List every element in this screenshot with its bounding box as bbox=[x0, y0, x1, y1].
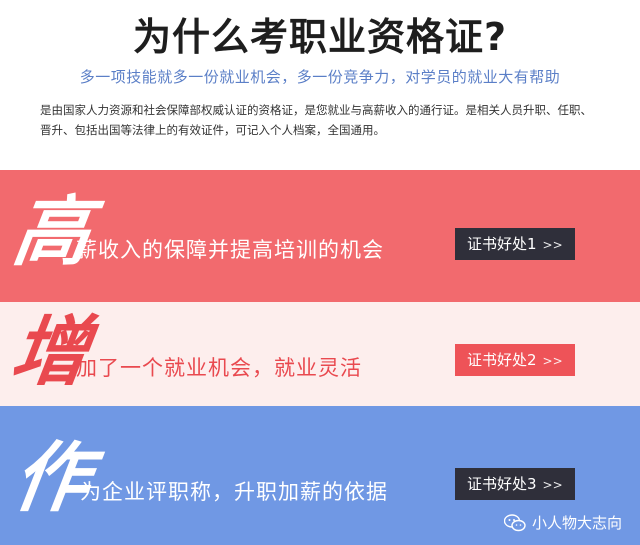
benefit-badge-2[interactable]: 证书好处2 >> bbox=[455, 344, 575, 376]
page-subtitle: 多一项技能就多一份就业机会，多一份竞争力，对学员的就业大有帮助 bbox=[79, 68, 561, 86]
benefit-text-1: 薪收入的保障并提高培训的机会 bbox=[76, 238, 384, 262]
benefit-badge-label-3: 证书好处3 bbox=[467, 475, 537, 493]
double-chevron-icon: >> bbox=[542, 478, 563, 492]
benefit-text-2: 加了一个就业机会，就业灵活 bbox=[76, 356, 362, 380]
wechat-icon bbox=[503, 513, 526, 531]
benefit-badge-label-1: 证书好处1 bbox=[467, 235, 537, 253]
page-title: 为什么考职业资格证? bbox=[132, 15, 508, 59]
benefit-badge-3[interactable]: 证书好处3 >> bbox=[455, 468, 575, 500]
watermark-text: 小人物大志向 bbox=[531, 514, 622, 532]
benefit-badge-1[interactable]: 证书好处1 >> bbox=[455, 228, 575, 260]
double-chevron-icon: >> bbox=[542, 354, 563, 368]
benefit-badge-label-2: 证书好处2 bbox=[467, 351, 537, 369]
benefit-band-2: 增 加了一个就业机会，就业灵活 证书好处2 >> bbox=[0, 302, 640, 406]
description-text: 是由国家人力资源和社会保障部权威认证的资格证，是您就业与高薪收入的通行证。是相关… bbox=[40, 103, 592, 137]
benefit-band-1: 高 薪收入的保障并提高培训的机会 证书好处1 >> bbox=[0, 170, 640, 302]
benefit-text-3: 为企业评职称，升职加薪的依据 bbox=[80, 480, 388, 504]
watermark: 小人物大志向 bbox=[503, 512, 622, 533]
double-chevron-icon: >> bbox=[542, 238, 563, 252]
